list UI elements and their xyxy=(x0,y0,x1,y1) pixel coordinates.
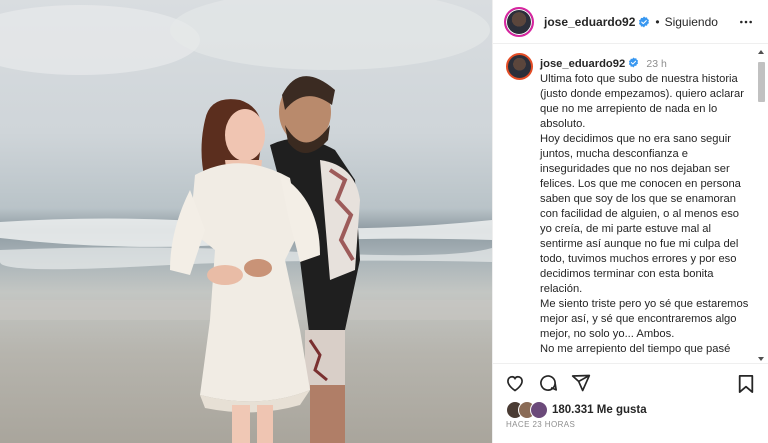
caption-paragraph: Ultima foto que subo de nuestra historia… xyxy=(540,73,744,130)
post-timestamp: HACE 23 HORAS xyxy=(506,420,576,429)
scroll-down-icon[interactable] xyxy=(758,357,764,361)
caption-username[interactable]: jose_eduardo92 xyxy=(540,58,625,70)
caption-area: jose_eduardo92 23 h Ultima foto que subo… xyxy=(493,45,768,363)
more-options-icon[interactable] xyxy=(739,15,753,34)
likes-count[interactable]: 180.331 Me gusta xyxy=(552,404,647,416)
comment-icon[interactable] xyxy=(538,373,558,398)
caption-text: jose_eduardo92 23 h Ultima foto que subo… xyxy=(540,57,752,357)
caption-author-avatar[interactable] xyxy=(506,53,533,80)
bookmark-icon[interactable] xyxy=(737,374,755,399)
verified-badge-icon xyxy=(638,16,650,28)
author-avatar[interactable] xyxy=(504,6,534,37)
post-photo[interactable] xyxy=(0,0,492,443)
share-icon[interactable] xyxy=(571,373,591,398)
likes-number: 180.331 xyxy=(552,404,594,416)
caption-paragraph: Me siento triste pero yo sé que estaremo… xyxy=(540,298,749,340)
scrollbar-thumb[interactable] xyxy=(758,62,765,102)
liker-avatar xyxy=(530,401,548,419)
author-username[interactable]: jose_eduardo92 xyxy=(544,15,635,29)
beach-couple-photo xyxy=(0,0,492,443)
caption-paragraph: Hoy decidimos que no era sano seguir jun… xyxy=(540,133,741,295)
caption-scrollbar[interactable] xyxy=(756,48,766,363)
action-icons xyxy=(505,373,591,398)
heart-icon[interactable] xyxy=(505,373,525,398)
post-detail-panel: jose_eduardo92 • Siguiendo jose_eduardo9… xyxy=(492,0,768,443)
follow-status-button[interactable]: Siguiendo xyxy=(665,15,718,29)
scroll-up-icon[interactable] xyxy=(758,50,764,54)
caption-paragraph: No me arrepiento del tiempo que pasé xyxy=(540,343,731,355)
likes-row[interactable]: 180.331 Me gusta xyxy=(506,401,647,419)
likes-label: Me gusta xyxy=(596,404,647,416)
caption-verified-icon xyxy=(629,57,639,68)
post-actions: 180.331 Me gusta HACE 23 HORAS xyxy=(493,363,768,443)
separator-dot: • xyxy=(655,14,660,29)
caption-time: 23 h xyxy=(646,58,667,70)
post-header: jose_eduardo92 • Siguiendo xyxy=(493,0,768,44)
